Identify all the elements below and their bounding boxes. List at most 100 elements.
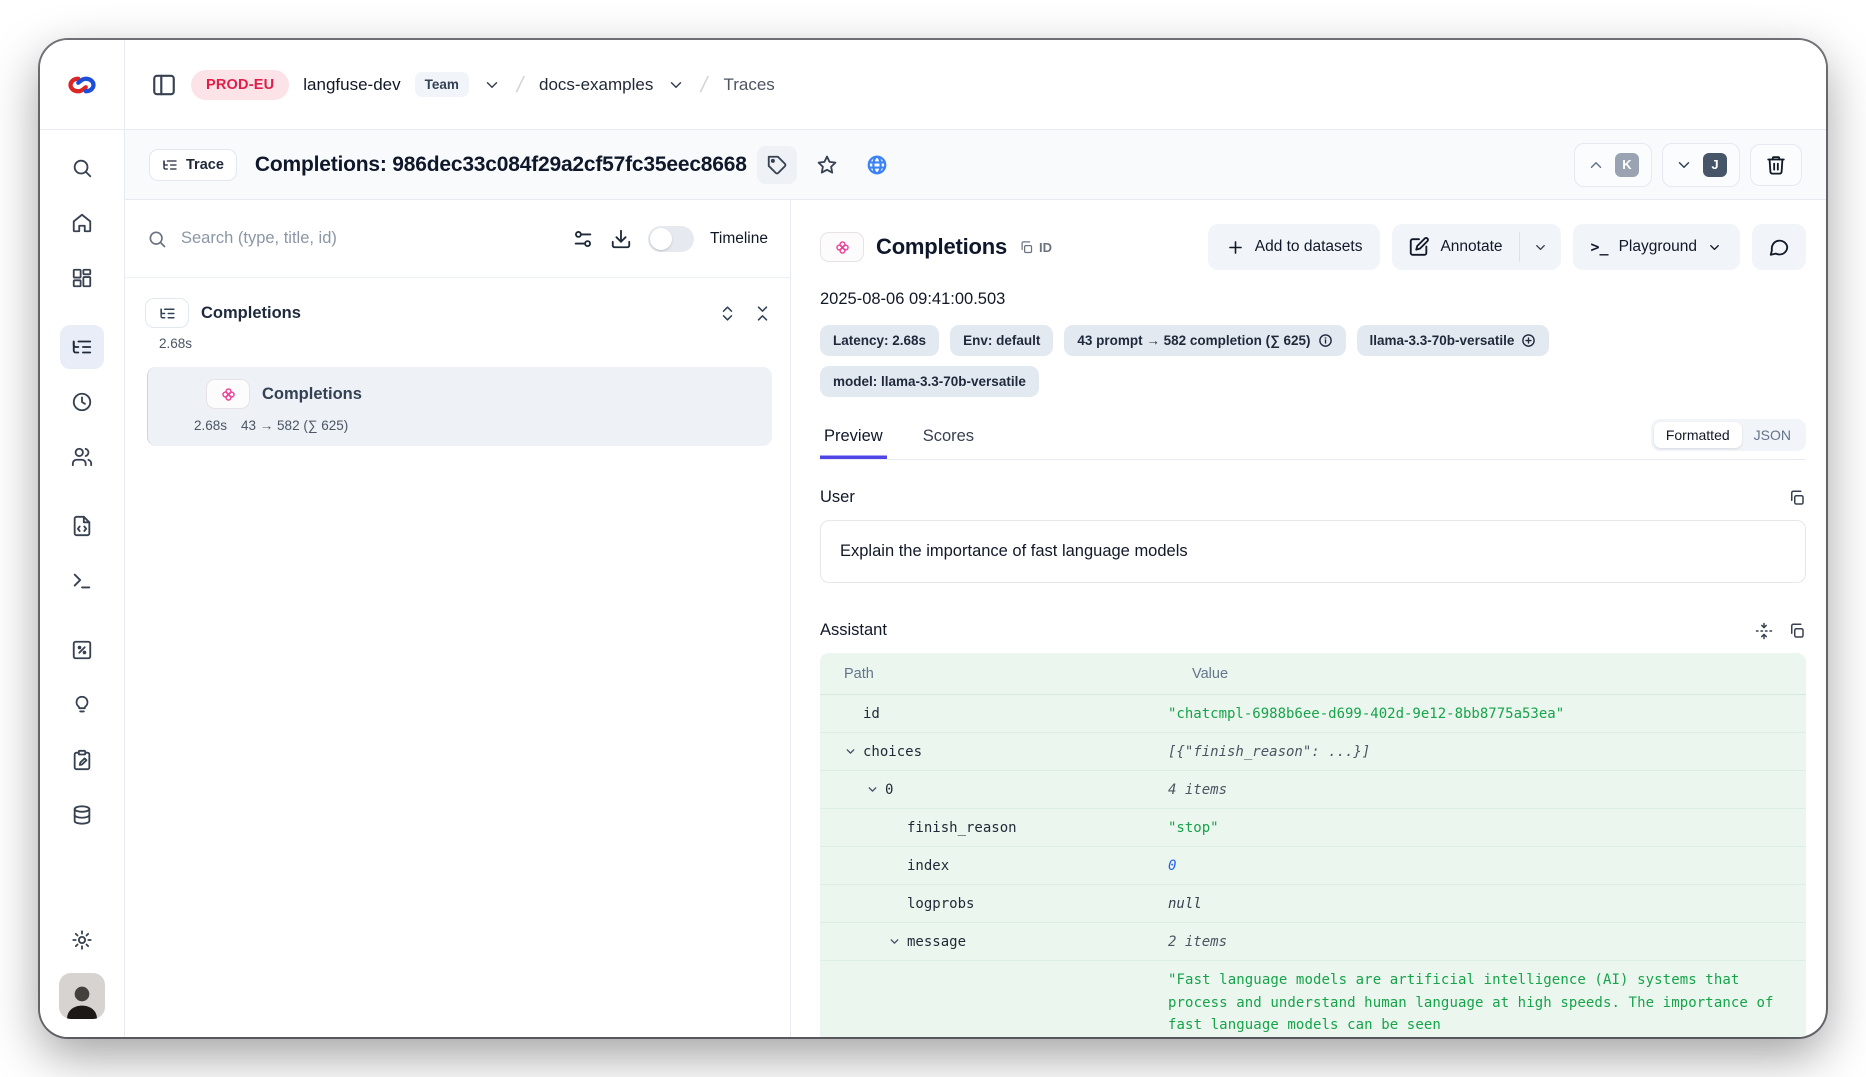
detail-actions: Add to datasets Annotate >_ Playground	[1208, 224, 1806, 270]
json-row-index: index0	[820, 847, 1806, 885]
json-path: choices	[820, 744, 1168, 760]
model-pill[interactable]: llama-3.3-70b-versatile	[1357, 325, 1550, 356]
json-row-content: "Fast language models are artificial int…	[820, 961, 1806, 1037]
playground-label: Playground	[1619, 238, 1697, 256]
json-row-choices[interactable]: choices[{"finish_reason": ...}]	[820, 733, 1806, 771]
generation-badge	[820, 232, 864, 262]
prev-trace-button[interactable]: K	[1574, 143, 1652, 187]
sidebar-item-dashboards[interactable]	[60, 256, 104, 300]
project-chevron-down-icon[interactable]	[667, 76, 685, 94]
sidebar-item-prompts[interactable]	[60, 504, 104, 548]
format-option-json[interactable]: JSON	[1742, 422, 1803, 448]
square-percent-icon	[71, 639, 93, 661]
toggle-knob	[650, 228, 672, 250]
globe-icon	[866, 154, 888, 176]
collapse-all-icon[interactable]	[753, 304, 772, 323]
breadcrumb-org[interactable]: langfuse-dev	[303, 75, 400, 95]
copy-icon[interactable]	[1788, 489, 1806, 507]
chevron-down-icon[interactable]	[866, 783, 879, 796]
breadcrumb-project[interactable]: docs-examples	[539, 75, 653, 95]
chevron-down-icon	[1707, 240, 1722, 255]
io-content: User Explain the importance of fast lang…	[820, 466, 1806, 1037]
tab-scores[interactable]: Scores	[919, 419, 978, 459]
assistant-section-header: Assistant	[820, 621, 1806, 640]
org-type-badge: Team	[415, 72, 469, 97]
langfuse-logo[interactable]	[40, 40, 125, 129]
token-usage-pill[interactable]: 43 prompt → 582 completion (∑ 625)	[1064, 325, 1345, 356]
terminal-glyph-icon: >_	[1591, 238, 1609, 256]
detail-tabs: Preview Scores Formatted JSON	[820, 419, 1806, 460]
breadcrumb-divider: /	[697, 72, 713, 98]
id-label: ID	[1039, 240, 1052, 255]
expand-all-icon[interactable]	[718, 304, 737, 323]
sidebar-item-settings[interactable]	[60, 918, 104, 962]
json-row-0[interactable]: 04 items	[820, 771, 1806, 809]
json-row-id: id"chatcmpl-6988b6ee-d699-402d-9e12-8bb8…	[820, 695, 1806, 733]
topbar: PROD-EU langfuse-dev Team / docs-example…	[40, 40, 1826, 130]
breadcrumb: PROD-EU langfuse-dev Team / docs-example…	[125, 70, 775, 100]
json-row-message[interactable]: message2 items	[820, 923, 1806, 961]
sidebar-toggle-icon[interactable]	[151, 72, 177, 98]
env-pill: Env: default	[950, 325, 1053, 356]
comments-button[interactable]	[1752, 224, 1806, 270]
clock-icon	[71, 391, 93, 413]
json-row-logprobs: logprobsnull	[820, 885, 1806, 923]
chevron-down-icon[interactable]	[888, 935, 901, 948]
breadcrumb-section[interactable]: Traces	[723, 75, 774, 95]
observation-detail-panel: Completions ID Add to datasets Annotate	[791, 200, 1826, 1037]
info-icon	[1318, 333, 1333, 348]
download-button[interactable]	[610, 228, 632, 250]
json-value: "stop"	[1168, 812, 1782, 844]
search-input[interactable]	[181, 229, 556, 248]
shortcut-key-j: J	[1703, 153, 1727, 177]
timeline-toggle[interactable]	[648, 226, 694, 252]
json-path: 0	[820, 782, 1168, 798]
sidebar-item-annotation[interactable]	[60, 738, 104, 782]
copy-id-button[interactable]: ID	[1019, 240, 1052, 255]
tab-preview[interactable]: Preview	[820, 419, 887, 459]
tree-child-node-selected[interactable]: Completions 2.68s 43 → 582 (∑ 625)	[147, 367, 772, 446]
sidebar-item-tracing[interactable]	[60, 325, 104, 369]
sidebar-item-evaluators[interactable]	[60, 628, 104, 672]
json-value: 0	[1168, 850, 1782, 882]
sidebar-item-sessions[interactable]	[60, 380, 104, 424]
tag-button[interactable]	[757, 146, 797, 184]
user-avatar[interactable]	[59, 973, 105, 1019]
annotate-dropdown-button[interactable]	[1520, 224, 1561, 270]
tree-root-node[interactable]: Completions	[145, 298, 772, 328]
chevron-down-icon[interactable]	[844, 745, 857, 758]
delete-trace-button[interactable]	[1750, 144, 1802, 186]
annotate-button[interactable]: Annotate	[1392, 224, 1518, 270]
json-path: finish_reason	[820, 820, 1168, 836]
org-chevron-down-icon[interactable]	[483, 76, 501, 94]
terminal-icon	[71, 570, 93, 592]
chevron-down-icon	[1533, 240, 1548, 255]
format-option-formatted[interactable]: Formatted	[1654, 422, 1742, 448]
add-to-datasets-button[interactable]: Add to datasets	[1208, 224, 1381, 270]
sidebar-item-home[interactable]	[60, 201, 104, 245]
model-kv-pill: model: llama-3.3-70b-versatile	[820, 366, 1039, 397]
bookmark-star-button[interactable]	[807, 146, 847, 184]
sidebar-item-datasets[interactable]	[60, 793, 104, 837]
tree-root-duration: 2.68s	[159, 336, 772, 351]
environment-badge: PROD-EU	[191, 70, 289, 100]
annotate-split-button: Annotate	[1392, 224, 1560, 270]
users-icon	[71, 446, 93, 468]
sidebar-item-insights[interactable]	[60, 683, 104, 727]
public-share-button[interactable]	[857, 146, 897, 184]
json-path: index	[820, 858, 1168, 874]
latency-pill: Latency: 2.68s	[820, 325, 939, 356]
next-trace-button[interactable]: J	[1662, 143, 1740, 187]
sidebar-item-users[interactable]	[60, 435, 104, 479]
column-header-value: Value	[1192, 666, 1782, 682]
playground-button[interactable]: >_ Playground	[1573, 224, 1740, 270]
sidebar-item-search[interactable]	[60, 146, 104, 190]
json-table-header: Path Value	[820, 653, 1806, 695]
sidebar-item-playground[interactable]	[60, 559, 104, 603]
column-header-path: Path	[844, 666, 1192, 682]
copy-icon[interactable]	[1788, 622, 1806, 640]
list-tree-icon	[162, 157, 178, 173]
fold-vertical-icon[interactable]	[1755, 622, 1773, 640]
user-section-header: User	[820, 488, 1806, 507]
view-settings-button[interactable]	[572, 228, 594, 250]
